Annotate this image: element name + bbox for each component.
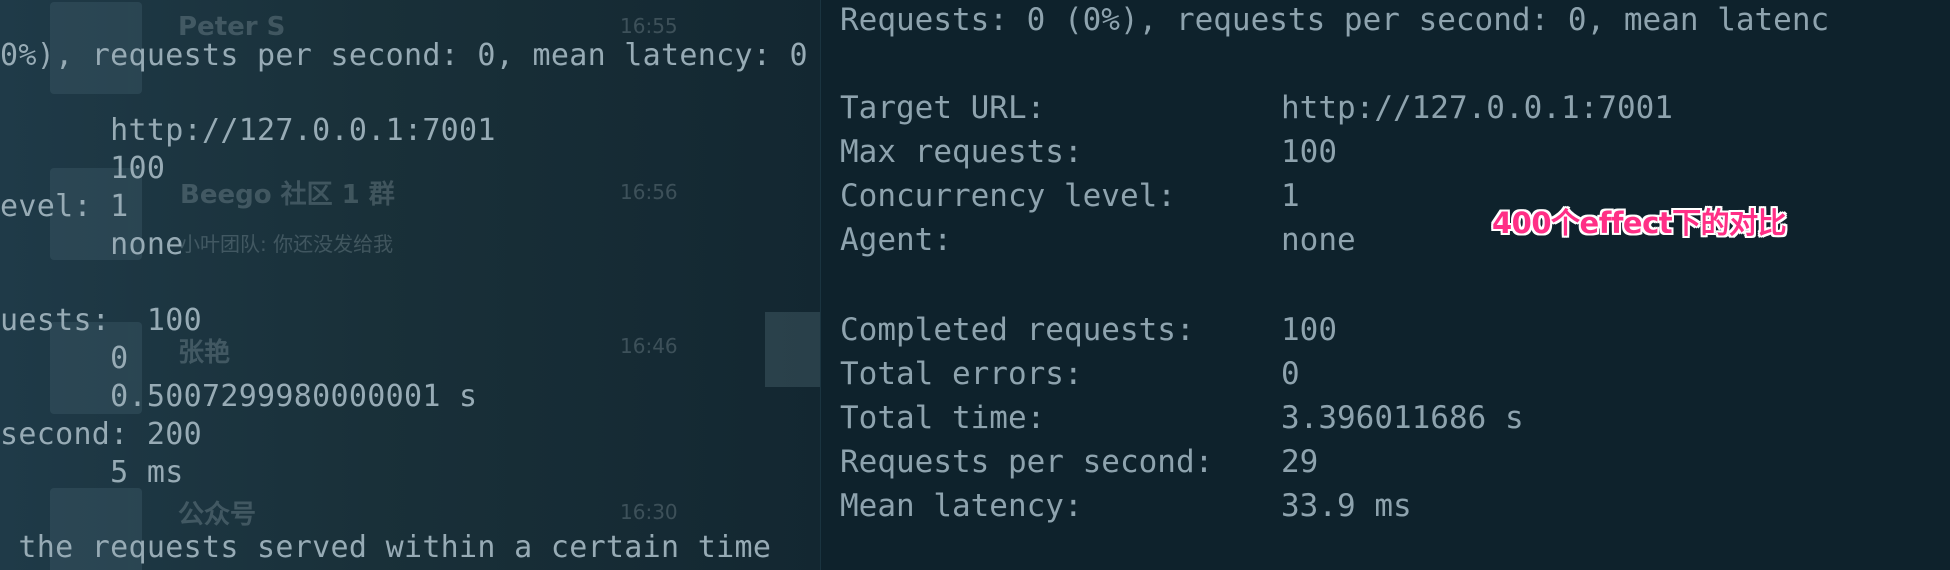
- terminal-line: 100: [0, 151, 166, 186]
- stat-label-concurrency: Concurrency level:: [840, 178, 1176, 214]
- ghost-chat-message: 小叶团队: 你还没发给我: [180, 232, 394, 256]
- stat-value-total-errors: 0: [1281, 356, 1300, 392]
- terminal-line: none: [0, 227, 184, 262]
- stat-label-agent: Agent:: [840, 222, 952, 258]
- stat-value-requests-per-second: 29: [1281, 444, 1319, 480]
- terminal-line: evel: 1: [0, 189, 129, 224]
- right-terminal-pane[interactable]: Requests: 0 (0%), requests per second: 0…: [820, 0, 1950, 570]
- ghost-chat-time: 16:55: [620, 14, 678, 38]
- terminal-line: the requests served within a certain tim…: [0, 530, 772, 565]
- stat-value-mean-latency: 33.9 ms: [1281, 488, 1412, 524]
- ghost-chat-time: 16:56: [620, 180, 678, 204]
- stat-label-requests-per-second: Requests per second:: [840, 444, 1214, 480]
- stat-label-target-url: Target URL:: [840, 90, 1046, 126]
- ghost-thumbnail: [765, 312, 820, 387]
- terminal-line: 0%), requests per second: 0, mean latenc…: [0, 38, 820, 73]
- left-terminal-pane[interactable]: Peter S 16:55 Beego 社区 1 群 小叶团队: 你还没发给我 …: [0, 0, 820, 570]
- terminal-progress-line: Requests: 0 (0%), requests per second: 0…: [840, 2, 1830, 38]
- terminal-line: 0: [0, 341, 129, 376]
- ghost-chat-name: Beego 社区 1 群: [180, 180, 395, 210]
- terminal-line: http://127.0.0.1:7001: [0, 113, 496, 148]
- stat-value-concurrency: 1: [1281, 178, 1300, 214]
- stat-label-max-requests: Max requests:: [840, 134, 1083, 170]
- ghost-chat-time: 16:30: [620, 500, 678, 524]
- stat-value-target-url: http://127.0.0.1:7001: [1281, 90, 1673, 126]
- terminal-line: second: 200: [0, 417, 202, 452]
- stat-value-agent: none: [1281, 222, 1356, 258]
- terminal-line: 0.5007299980000001 s: [0, 379, 478, 414]
- stat-label-mean-latency: Mean latency:: [840, 488, 1083, 524]
- stat-label-total-errors: Total errors:: [840, 356, 1083, 392]
- terminal-line: 5 ms: [0, 455, 184, 490]
- stat-value-completed-requests: 100: [1281, 312, 1337, 348]
- stat-value-total-time: 3.396011686 s: [1281, 400, 1524, 436]
- ghost-chat-time: 16:46: [620, 334, 678, 358]
- stat-label-completed-requests: Completed requests:: [840, 312, 1195, 348]
- terminal-line: uests: 100: [0, 303, 202, 338]
- stat-label-total-time: Total time:: [840, 400, 1046, 436]
- ghost-chat-name: 公众号: [178, 500, 257, 530]
- annotation-label: 400个effect下的对比: [1492, 206, 1787, 240]
- stat-value-max-requests: 100: [1281, 134, 1337, 170]
